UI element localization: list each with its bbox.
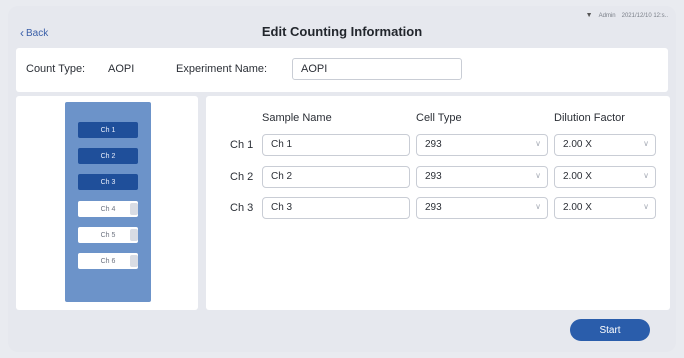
status-user: Admin: [598, 12, 616, 19]
row-channel-label: Ch 2: [230, 171, 254, 183]
channel-toggle-ch1[interactable]: Ch 1: [78, 122, 138, 138]
screen: ‹ Back Edit Counting Information ▼ Admin…: [8, 6, 676, 352]
experiment-name-label: Experiment Name:: [176, 63, 268, 75]
chevron-down-icon: ∨: [535, 139, 541, 148]
cell-type-value: 293: [425, 139, 442, 150]
sample-name-input[interactable]: Ch 3: [262, 197, 410, 219]
channel-label: Ch 3: [100, 178, 116, 186]
page-title: Edit Counting Information: [261, 24, 423, 39]
channel-label: Ch 1: [100, 126, 116, 134]
row-channel-label: Ch 3: [230, 202, 254, 214]
count-type-label: Count Type:: [26, 63, 86, 75]
channel-toggle-ch4[interactable]: Ch 4: [78, 201, 138, 217]
sample-table-panel: Sample Name Cell Type Dilution Factor Ch…: [206, 96, 670, 310]
chevron-down-icon: ∨: [535, 202, 541, 211]
experiment-name-field[interactable]: AOPI: [292, 58, 462, 80]
channel-label: Ch 4: [100, 205, 116, 213]
toggle-knob: [130, 229, 138, 241]
dilution-factor-value: 2.00 X: [563, 171, 592, 182]
header-dilution-factor: Dilution Factor: [554, 112, 625, 124]
cell-type-value: 293: [425, 171, 442, 182]
chevron-down-icon: ∨: [643, 139, 649, 148]
cell-type-select[interactable]: 293 ∨: [416, 134, 548, 156]
chevron-down-icon: ∨: [535, 171, 541, 180]
channel-toggle-ch5[interactable]: Ch 5: [78, 227, 138, 243]
sample-name-input[interactable]: Ch 1: [262, 134, 410, 156]
channel-toggle-ch2[interactable]: Ch 2: [78, 148, 138, 164]
chevron-down-icon: ∨: [643, 202, 649, 211]
channel-label: Ch 6: [100, 257, 116, 265]
dilution-factor-select[interactable]: 2.00 X ∨: [554, 197, 656, 219]
channel-toggle-ch3[interactable]: Ch 3: [78, 174, 138, 190]
channel-label: Ch 5: [100, 231, 116, 239]
dilution-factor-value: 2.00 X: [563, 202, 592, 213]
channel-column: Ch 1 Ch 2 Ch 3 Ch 4 Ch 5 Ch 6: [65, 102, 151, 302]
header-sample-name: Sample Name: [262, 112, 332, 124]
dilution-factor-value: 2.00 X: [563, 139, 592, 150]
cell-type-value: 293: [425, 202, 442, 213]
toggle-knob: [130, 255, 138, 267]
count-type-value: AOPI: [108, 63, 135, 75]
status-time: 2021/12/10 12:s..: [621, 12, 668, 19]
header-cell-type: Cell Type: [416, 112, 462, 124]
chevron-down-icon: ∨: [643, 171, 649, 180]
sample-name-input[interactable]: Ch 2: [262, 166, 410, 188]
start-button[interactable]: Start: [570, 319, 650, 341]
wifi-icon: ▼: [585, 12, 593, 19]
cell-type-select[interactable]: 293 ∨: [416, 166, 548, 188]
channel-panel: Ch 1 Ch 2 Ch 3 Ch 4 Ch 5 Ch 6: [16, 96, 198, 310]
channel-toggle-ch6[interactable]: Ch 6: [78, 253, 138, 269]
info-bar: Count Type: AOPI Experiment Name: AOPI: [16, 48, 668, 92]
cell-type-select[interactable]: 293 ∨: [416, 197, 548, 219]
row-channel-label: Ch 1: [230, 139, 254, 151]
toggle-knob: [130, 203, 138, 215]
dilution-factor-select[interactable]: 2.00 X ∨: [554, 166, 656, 188]
status-bar: ▼ Admin 2021/12/10 12:s..: [586, 12, 668, 19]
dilution-factor-select[interactable]: 2.00 X ∨: [554, 134, 656, 156]
channel-label: Ch 2: [100, 152, 116, 160]
